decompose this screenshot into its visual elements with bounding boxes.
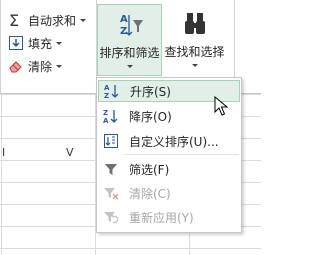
- mouse-cursor-icon: [214, 95, 229, 119]
- chevron-down-icon[interactable]: [80, 18, 87, 22]
- sort-filter-icon: A Z: [114, 11, 146, 42]
- custom-sort-icon: [103, 133, 119, 149]
- chevron-down-icon[interactable]: [56, 64, 63, 68]
- svg-text:Σ: Σ: [9, 12, 19, 28]
- clear-button[interactable]: 清除: [8, 56, 63, 76]
- svg-text:Z: Z: [120, 26, 127, 37]
- menu-divider: [124, 154, 239, 155]
- grid-line: [0, 248, 261, 249]
- ribbon-divider: [0, 0, 1, 94]
- sort-descending-icon: Z A: [103, 108, 119, 124]
- sort-ascending-icon: A Z: [104, 83, 120, 99]
- fill-down-icon: [8, 35, 24, 51]
- binoculars-icon: [179, 10, 211, 41]
- menu-item-clear-filter[interactable]: 清除(C): [98, 182, 240, 204]
- menu-item-reapply[interactable]: 重新应用(Y): [98, 206, 240, 228]
- eraser-icon: [8, 58, 24, 74]
- menu-item-filter[interactable]: 筛选(F): [98, 158, 240, 180]
- menu-item-custom-sort[interactable]: 自定义排序(U)...: [98, 130, 240, 152]
- clear-filter-icon: [103, 185, 119, 201]
- menu-item-label: 自定义排序(U)...: [129, 134, 219, 149]
- ribbon-divider: [234, 0, 235, 78]
- sort-filter-label: 排序和筛选: [99, 46, 160, 60]
- svg-text:Z: Z: [103, 109, 108, 117]
- chevron-down-icon: [126, 65, 133, 68]
- cell-text: I: [2, 146, 6, 159]
- autosum-button[interactable]: Σ 自动求和: [8, 10, 87, 30]
- menu-item-label: 清除(C): [129, 186, 171, 201]
- svg-text:A: A: [120, 14, 128, 25]
- menu-item-label: 降序(O): [129, 109, 172, 124]
- fill-button[interactable]: 填充: [8, 33, 63, 53]
- sort-filter-button[interactable]: A Z 排序和筛选: [97, 4, 162, 76]
- filter-icon: [103, 161, 119, 177]
- find-select-button[interactable]: 查找和选择: [163, 4, 226, 74]
- chevron-down-icon[interactable]: [56, 41, 63, 45]
- sigma-icon: Σ: [8, 12, 24, 28]
- cell-text: V: [66, 146, 74, 159]
- autosum-label: 自动求和: [28, 13, 77, 28]
- reapply-filter-icon: [103, 209, 119, 225]
- svg-text:A: A: [103, 117, 109, 124]
- chevron-down-icon: [191, 64, 198, 67]
- find-select-label: 查找和选择: [164, 45, 225, 59]
- menu-item-label: 筛选(F): [129, 162, 170, 177]
- svg-text:A: A: [104, 84, 110, 92]
- fill-label: 填充: [28, 36, 53, 51]
- svg-text:Z: Z: [104, 92, 109, 99]
- clear-label: 清除: [28, 59, 53, 74]
- grid-line: [1, 94, 2, 255]
- menu-item-label: 升序(S): [130, 84, 171, 99]
- menu-item-label: 重新应用(Y): [129, 210, 194, 225]
